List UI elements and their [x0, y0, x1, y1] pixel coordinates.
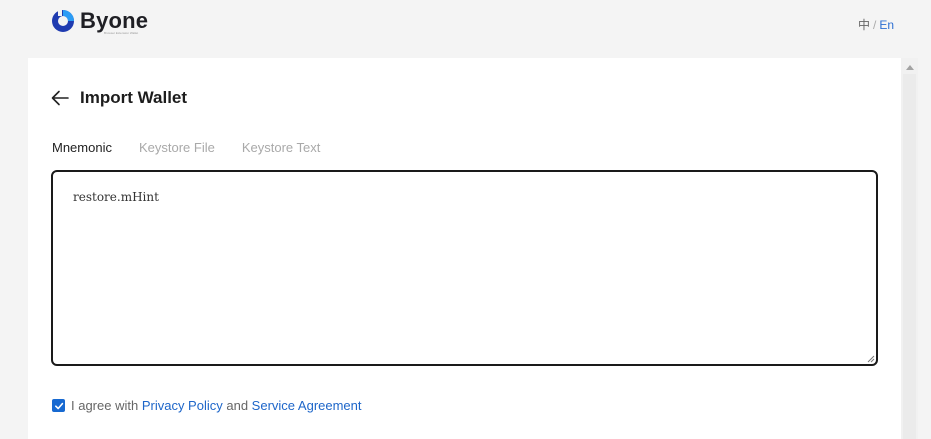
mnemonic-field-container	[51, 170, 878, 366]
agree-conjunction: and	[222, 398, 252, 413]
page-title: Import Wallet	[80, 88, 188, 107]
arrow-left-icon[interactable]	[50, 88, 70, 108]
byone-logo-icon	[52, 10, 74, 32]
brand-name: Byone	[80, 8, 149, 33]
privacy-policy-link[interactable]: Privacy Policy	[142, 398, 223, 413]
service-agreement-link[interactable]: Service Agreement	[252, 398, 362, 413]
tab-keystore-file[interactable]: Keystore File	[139, 140, 215, 155]
page-scrollbar[interactable]	[901, 58, 918, 439]
mnemonic-input[interactable]	[53, 172, 876, 364]
scroll-up-arrow-icon[interactable]	[906, 65, 914, 70]
agree-checkbox[interactable]	[52, 399, 65, 412]
agree-prefix: I agree with	[71, 398, 142, 413]
brand-tagline: Browser Extension Wallet	[104, 31, 139, 35]
tab-mnemonic[interactable]: Mnemonic	[52, 140, 112, 155]
agreement-row: I agree with Privacy Policy and Service …	[52, 398, 362, 413]
checkmark-icon	[54, 402, 63, 409]
import-wallet-card: Import Wallet Mnemonic Keystore File Key…	[28, 58, 901, 439]
lang-en-option[interactable]: En	[879, 18, 894, 32]
page-header: Import Wallet	[50, 88, 187, 108]
tab-keystore-text[interactable]: Keystore Text	[242, 140, 321, 155]
lang-separator: /	[872, 18, 877, 32]
scroll-thumb[interactable]	[903, 74, 916, 439]
lang-zh-option[interactable]: 中	[858, 18, 870, 32]
brand-logo[interactable]: Byone Browser Extension Wallet	[51, 8, 149, 35]
top-bar: Byone Browser Extension Wallet 中 / En	[0, 0, 931, 58]
import-method-tabs: Mnemonic Keystore File Keystore Text	[52, 140, 347, 155]
resize-grip-icon[interactable]	[865, 353, 875, 363]
language-switcher: 中 / En	[858, 16, 894, 33]
